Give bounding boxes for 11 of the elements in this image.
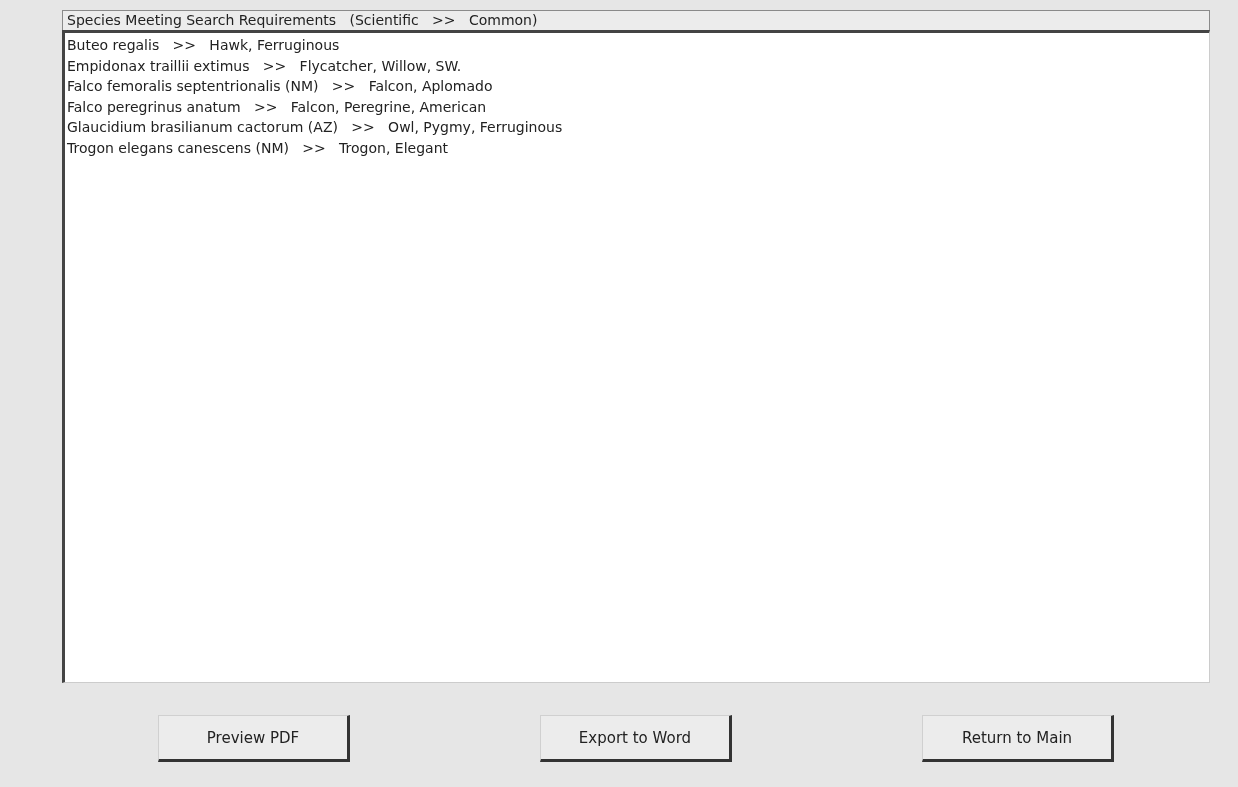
action-button[interactable]: Export to Word	[540, 715, 732, 762]
species-item[interactable]: Empidonax traillii extimus >> Flycatcher, Willow, SW.	[67, 55, 462, 76]
species-item[interactable]: Buteo regalis >> Hawk, Ferruginous	[67, 35, 340, 56]
action-button[interactable]: Return to Main	[922, 715, 1114, 762]
species-list[interactable]	[62, 30, 1210, 683]
species-item[interactable]: Glaucidium brasilianum cactorum (AZ) >> Owl, Pygmy, Ferruginous	[67, 117, 563, 138]
species-item[interactable]: Falco femoralis septentrionalis (NM) >> Falcon, Aplomado	[67, 76, 493, 97]
species-item[interactable]: Trogon elegans canescens (NM) >> Trogon, Elegant	[67, 137, 448, 158]
list-header: Species Meeting Search Requirements (Scientific >> Common)	[62, 10, 1210, 30]
action-button[interactable]: Preview PDF	[158, 715, 350, 762]
species-item[interactable]: Falco peregrinus anatum >> Falcon, Peregrine, American	[67, 96, 487, 117]
